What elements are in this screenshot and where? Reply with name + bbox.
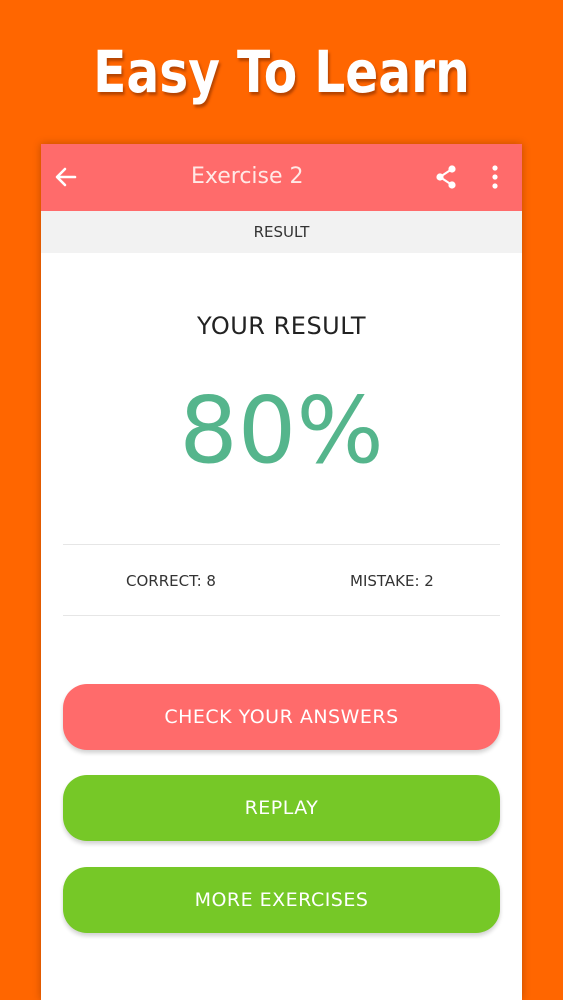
check-answers-button[interactable]: CHECK YOUR ANSWERS xyxy=(63,684,500,750)
divider-bottom xyxy=(63,615,500,616)
score-percentage: 80% xyxy=(179,377,384,484)
app-screen: Exercise 2 RESULT YOUR RESULT 80% CORREC… xyxy=(41,144,522,1000)
result-heading: YOUR RESULT xyxy=(197,312,366,340)
divider-top xyxy=(63,544,500,545)
arrow-left-icon[interactable] xyxy=(51,162,81,192)
share-icon[interactable] xyxy=(433,164,459,190)
promo-title: Easy To Learn xyxy=(93,38,470,106)
tab-result: RESULT xyxy=(41,211,522,253)
replay-button[interactable]: REPLAY xyxy=(63,775,500,841)
more-vertical-icon[interactable] xyxy=(483,164,507,190)
correct-count: CORRECT: 8 xyxy=(126,572,216,590)
toolbar-title: Exercise 2 xyxy=(191,164,304,189)
app-toolbar: Exercise 2 xyxy=(41,144,522,211)
mistake-count: MISTAKE: 2 xyxy=(350,572,434,590)
more-exercises-button[interactable]: MORE EXERCISES xyxy=(63,867,500,933)
